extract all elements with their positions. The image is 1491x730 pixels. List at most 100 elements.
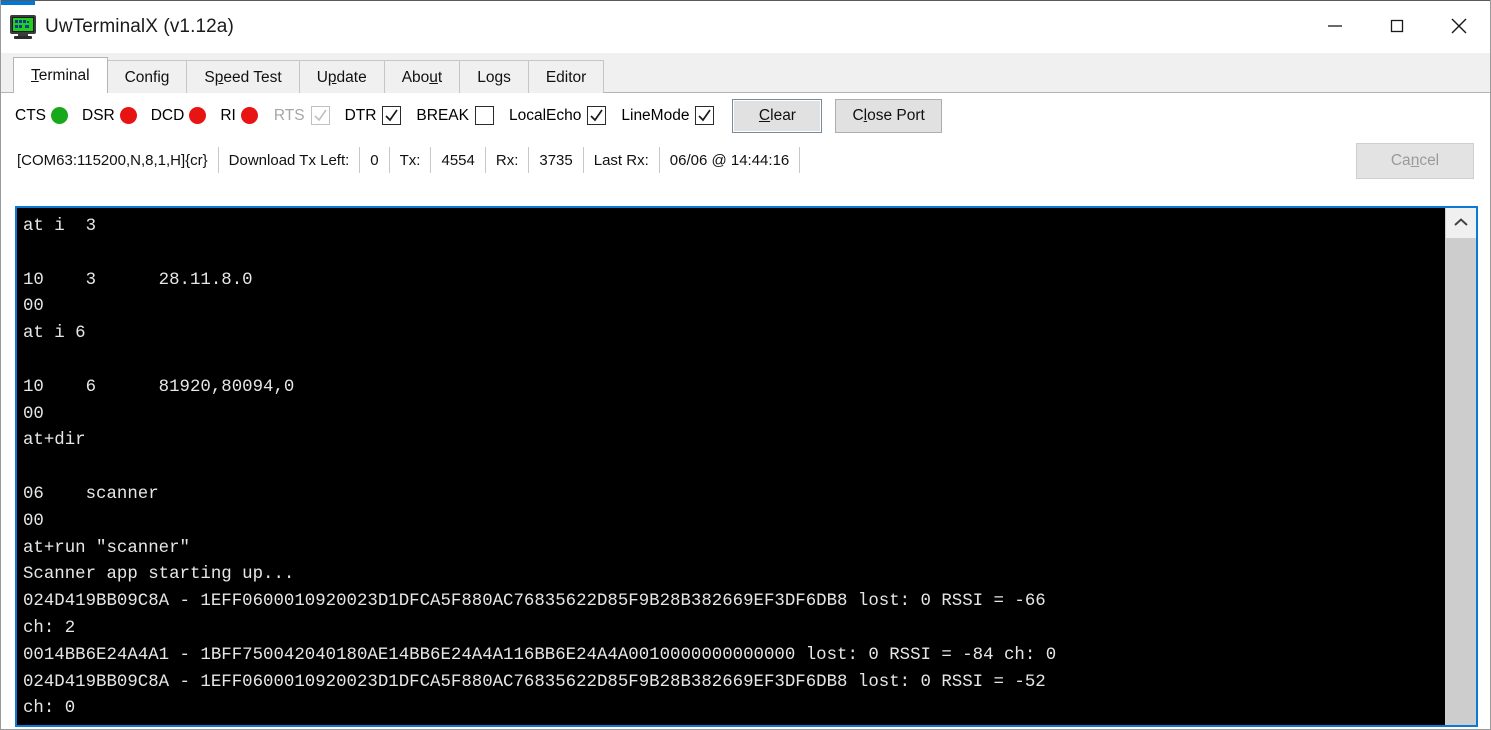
status-separator <box>359 147 361 173</box>
port-string: [COM63:115200,N,8,1,H]{cr} <box>17 151 208 169</box>
tab-update[interactable]: Update <box>298 60 385 93</box>
tab-strip: Terminal Config Speed Test Update About … <box>1 53 1490 93</box>
clear-button-label-rest: lear <box>770 106 796 124</box>
status-separator <box>217 147 219 173</box>
cancel-label-post: cel <box>1419 152 1440 169</box>
terminal-line: ch: 2 <box>23 618 76 638</box>
terminal-line: 024D419BB09C8A - 1EFF0600010920023D1DFCA… <box>23 672 1046 692</box>
terminal-line: 00 <box>23 404 44 424</box>
cancel-label-pre: Ca <box>1390 152 1411 169</box>
dcd-led-icon <box>189 107 207 124</box>
check-icon <box>590 109 604 122</box>
close-port-label-post: ose Port <box>867 106 925 124</box>
terminal-line: 06 scanner <box>23 484 159 504</box>
ri-led-icon <box>240 107 258 124</box>
tab-terminal-label-rest: erminal <box>38 67 90 84</box>
title-accent-bar <box>1 1 35 5</box>
status-separator <box>799 147 801 173</box>
tab-update-label-pre: U <box>316 69 328 86</box>
tab-editor[interactable]: Editor <box>527 60 605 93</box>
scrollbar-thumb[interactable] <box>1446 238 1476 725</box>
terminal-panel: at i 3 10 3 28.11.8.0 00 at i 6 10 6 81920,8… <box>15 206 1478 727</box>
checkbox-rts: RTS <box>274 106 330 125</box>
checkbox-localecho[interactable]: LocalEcho <box>508 106 607 125</box>
terminal-line: 00 <box>23 511 44 531</box>
terminal-line: 00 <box>23 297 44 317</box>
check-icon <box>313 109 327 122</box>
terminal-line: at+run "scanner" <box>23 538 190 558</box>
status-separator <box>582 147 584 173</box>
checkbox-localecho-box[interactable] <box>587 106 607 125</box>
tab-logs-label-post: s <box>503 69 511 86</box>
title-bar: UwTerminalX (v1.12a) <box>1 0 1490 53</box>
terminal-scrollbar[interactable] <box>1445 208 1476 725</box>
monitor-icon <box>10 15 36 39</box>
tab-logs-label-pre: Lo <box>477 69 495 86</box>
status-separator <box>484 147 486 173</box>
cts-led-icon <box>51 107 68 124</box>
terminal-line: 024D419BB09C8A - 1EFF0600010920023D1DFCA… <box>23 592 1046 612</box>
checkbox-dtr-label: DTR <box>344 106 377 124</box>
checkbox-localecho-label: LocalEcho <box>508 106 582 124</box>
window-title: UwTerminalX (v1.12a) <box>45 16 234 37</box>
checkbox-rts-label: RTS <box>273 106 305 124</box>
terminal-line: 10 6 81920,80094,0 <box>23 377 295 397</box>
maximize-button[interactable] <box>1366 2 1428 50</box>
check-icon <box>385 109 399 122</box>
dsr-led-icon <box>119 107 137 124</box>
status-separator <box>430 147 432 173</box>
last-rx-value: 06/06 @ 14:44:16 <box>669 151 790 169</box>
tab-config-label-pre: Confi <box>124 69 161 86</box>
tab-speed-test-label-pre: S <box>204 69 215 86</box>
close-button[interactable] <box>1428 2 1490 50</box>
signal-ri: RI <box>220 107 258 125</box>
tab-speed-test-label-post: eed Test <box>223 69 282 86</box>
checkbox-dtr-box[interactable] <box>382 106 402 125</box>
download-tx-left-value: 0 <box>370 151 379 169</box>
checkbox-linemode[interactable]: LineMode <box>621 106 715 125</box>
tab-speed-test[interactable]: Speed Test <box>186 60 300 93</box>
tx-label: Tx: <box>399 151 421 169</box>
tab-about-label-post: t <box>437 69 443 86</box>
close-port-label-pre: C <box>852 106 864 124</box>
tab-about-label-pre: Abo <box>401 69 430 86</box>
checkbox-linemode-label: LineMode <box>621 106 690 124</box>
terminal-line: ch: 0 <box>23 699 76 719</box>
signal-dcd: DCD <box>151 107 207 125</box>
uwterminalx-window: UwTerminalX (v1.12a) Terminal Config Spe… <box>0 0 1491 730</box>
tab-editor-label: Editor <box>545 69 587 86</box>
tab-logs[interactable]: Logs <box>459 60 529 93</box>
close-port-button[interactable]: Cl ose Port <box>835 98 942 133</box>
terminal-line: at i 3 <box>23 217 97 236</box>
terminal-output[interactable]: at i 3 10 3 28.11.8.0 00 at i 6 10 6 81920,8… <box>17 208 1445 725</box>
terminal-line: at i 6 <box>23 324 86 344</box>
checkbox-dtr[interactable]: DTR <box>345 106 402 125</box>
terminal-line: Scanner app starting up... <box>23 565 295 585</box>
status-separator <box>528 147 530 173</box>
minimize-button[interactable] <box>1304 2 1366 50</box>
scroll-up-arrow-icon[interactable] <box>1446 208 1476 238</box>
tab-terminal[interactable]: Terminal <box>13 57 108 93</box>
tab-config[interactable]: Config <box>106 60 188 93</box>
check-icon <box>698 109 712 122</box>
tab-about[interactable]: About <box>383 60 461 93</box>
terminal-line: at+dir <box>23 431 86 451</box>
download-tx-left-label: Download Tx Left: <box>228 151 350 169</box>
control-row: CTS DSR DCD RI RTS DTR BREAK LocalEcho L… <box>1 93 1490 138</box>
checkbox-break-label: BREAK <box>416 106 469 124</box>
checkbox-rts-box <box>310 106 330 125</box>
status-separator <box>388 147 390 173</box>
checkbox-break-box[interactable] <box>474 106 494 125</box>
last-rx-label: Last Rx: <box>593 151 649 169</box>
terminal-line: 10 3 28.11.8.0 <box>23 270 253 290</box>
terminal-line: 0014BB6E24A4A1 - 1BFF750042040180AE14BB6… <box>23 645 1057 665</box>
tx-value: 4554 <box>441 151 475 169</box>
checkbox-linemode-box[interactable] <box>695 106 715 125</box>
checkbox-break[interactable]: BREAK <box>416 106 494 125</box>
clear-button[interactable]: Clear <box>732 98 823 133</box>
status-row: [COM63:115200,N,8,1,H]{cr} Download Tx L… <box>1 138 1490 182</box>
tab-update-label-post: date <box>336 69 367 86</box>
